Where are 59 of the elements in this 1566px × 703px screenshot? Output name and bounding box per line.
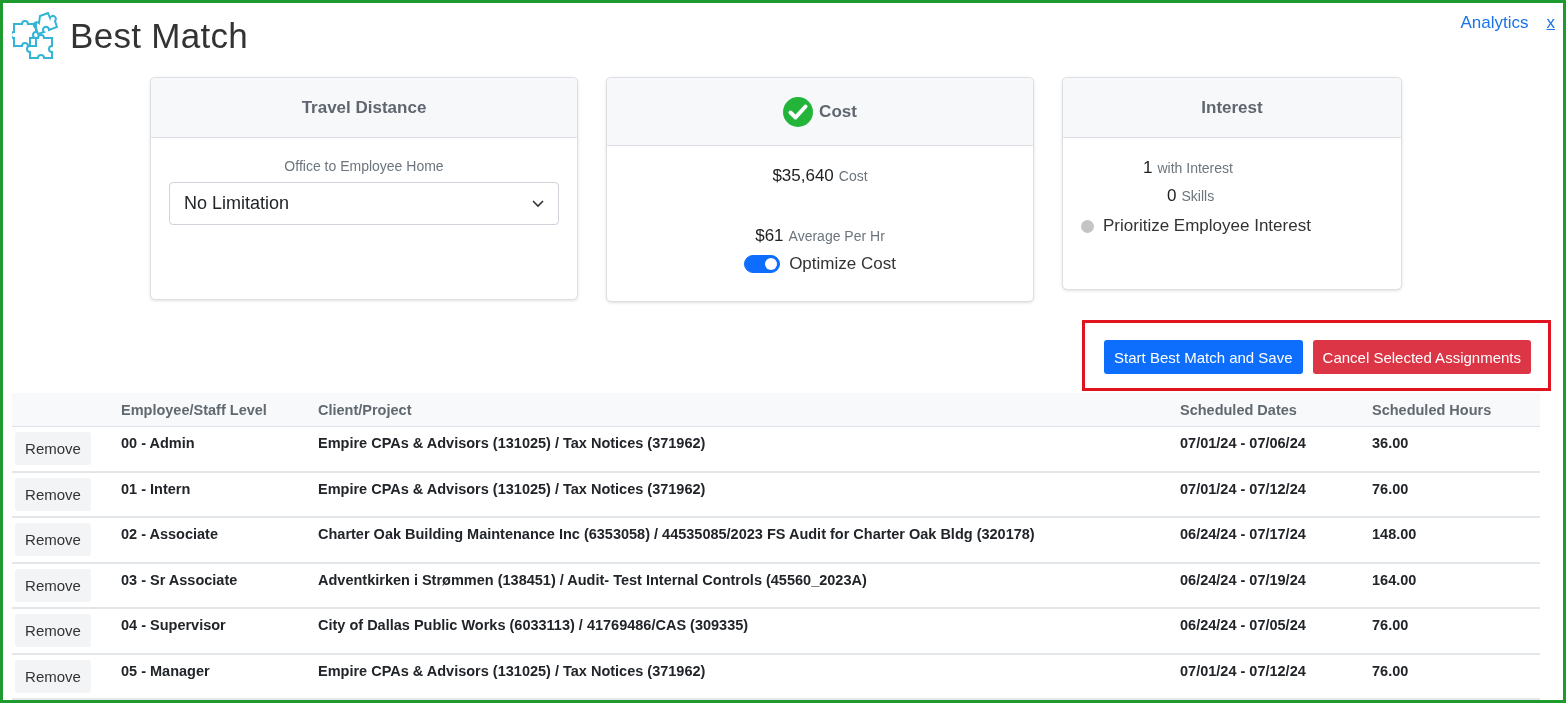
remove-button[interactable]: Remove: [15, 614, 91, 647]
table-cell-text: Empire CPAs & Advisors (131025) / Tax Notices (371962): [317, 661, 707, 679]
table-cell-text: Empire CPAs & Advisors (131025) / Tax Notices (371962): [317, 434, 707, 451]
chevron-down-icon: [532, 199, 544, 208]
table-cell-text: 76.00: [1371, 479, 1410, 497]
card-title: Cost: [819, 101, 857, 122]
start-button[interactable]: Start Best Match and Save: [1104, 340, 1303, 374]
stat-value: 1: [1143, 158, 1153, 178]
stat-label: Skills: [1181, 188, 1215, 204]
table-cell-text: 07/01/24 - 07/12/24: [1179, 479, 1307, 497]
table-cell-text: 06/24/24 - 07/05/24: [1179, 616, 1307, 633]
table-cell-text: 05 - Manager: [120, 661, 211, 679]
remove-button[interactable]: Remove: [15, 659, 91, 693]
table-cell-text: 06/24/24 - 07/17/24: [1179, 525, 1307, 542]
table-cell-text: Charter Oak Building Maintenance Inc (6353058) / 44535085/2023 FS Audit for Charter Oak Bldg (320178): [317, 525, 1036, 542]
table-cell-text: 164.00: [1371, 570, 1418, 588]
table-cell-text: City of Dallas Public Works (6033113) / 41769486/CAS (309335): [317, 616, 750, 633]
check-circle-icon: [783, 96, 814, 127]
table-cell-text: 76.00: [1371, 616, 1410, 633]
table-cell-text: 148.00: [1371, 525, 1418, 542]
stat-value: 0: [1167, 186, 1177, 206]
column-header: Scheduled Hours: [1371, 401, 1493, 418]
column-header: Scheduled Dates: [1179, 401, 1298, 418]
stat-value: $61: [755, 226, 784, 246]
close-link[interactable]: x: [1546, 13, 1555, 33]
table-cell-text: 02 - Associate: [120, 525, 219, 542]
distance-select[interactable]: No Limitation: [169, 182, 559, 225]
table-cell-text: Empire CPAs & Advisors (131025) / Tax Notices (371962): [317, 479, 707, 497]
table-cell-text: 01 - Intern: [120, 479, 192, 497]
analytics-link[interactable]: Analytics: [1460, 13, 1529, 33]
card-title: Travel Distance: [301, 97, 427, 118]
stat-label: Cost: [838, 168, 868, 184]
table-cell-text: 07/01/24 - 07/12/24: [1179, 661, 1307, 679]
remove-button[interactable]: Remove: [15, 477, 91, 511]
table-cell-text: 76.00: [1371, 661, 1410, 679]
stat-value: $35,640: [772, 166, 834, 186]
remove-button[interactable]: Remove: [15, 523, 91, 556]
table-cell-text: Adventkirken i Strømmen (138451) / Audit- Test Internal Controls (45560_2023A): [317, 570, 868, 588]
remove-button[interactable]: Remove: [15, 432, 91, 465]
cancel-button[interactable]: Cancel Selected Assignments: [1312, 340, 1531, 374]
table-cell-text: 36.00: [1371, 434, 1410, 451]
toggle-label: Optimize Cost: [789, 254, 896, 274]
toggle-switch[interactable]: [744, 255, 781, 273]
remove-button[interactable]: Remove: [15, 568, 91, 602]
table-cell-text: 06/24/24 - 07/19/24: [1179, 570, 1307, 588]
table-cell-text: 03 - Sr Associate: [120, 570, 239, 588]
column-header: Employee/Staff Level: [120, 401, 268, 418]
page-title: Best Match: [70, 16, 249, 56]
stat-label: Average Per Hr: [788, 228, 885, 244]
radio-dot[interactable]: [1081, 219, 1094, 233]
table-cell-text: 07/01/24 - 07/06/24: [1179, 434, 1307, 451]
table-cell-text: 00 - Admin: [120, 434, 196, 451]
card-title: Interest: [1201, 97, 1263, 118]
field-label: Office to Employee Home: [284, 158, 444, 174]
stat-label: with Interest: [1157, 160, 1233, 176]
table-cell-text: 04 - Supervisor: [120, 616, 227, 633]
option-label: Prioritize Employee Interest: [1103, 216, 1311, 236]
column-header: Client/Project: [317, 401, 413, 418]
puzzle-icon: [12, 12, 60, 60]
